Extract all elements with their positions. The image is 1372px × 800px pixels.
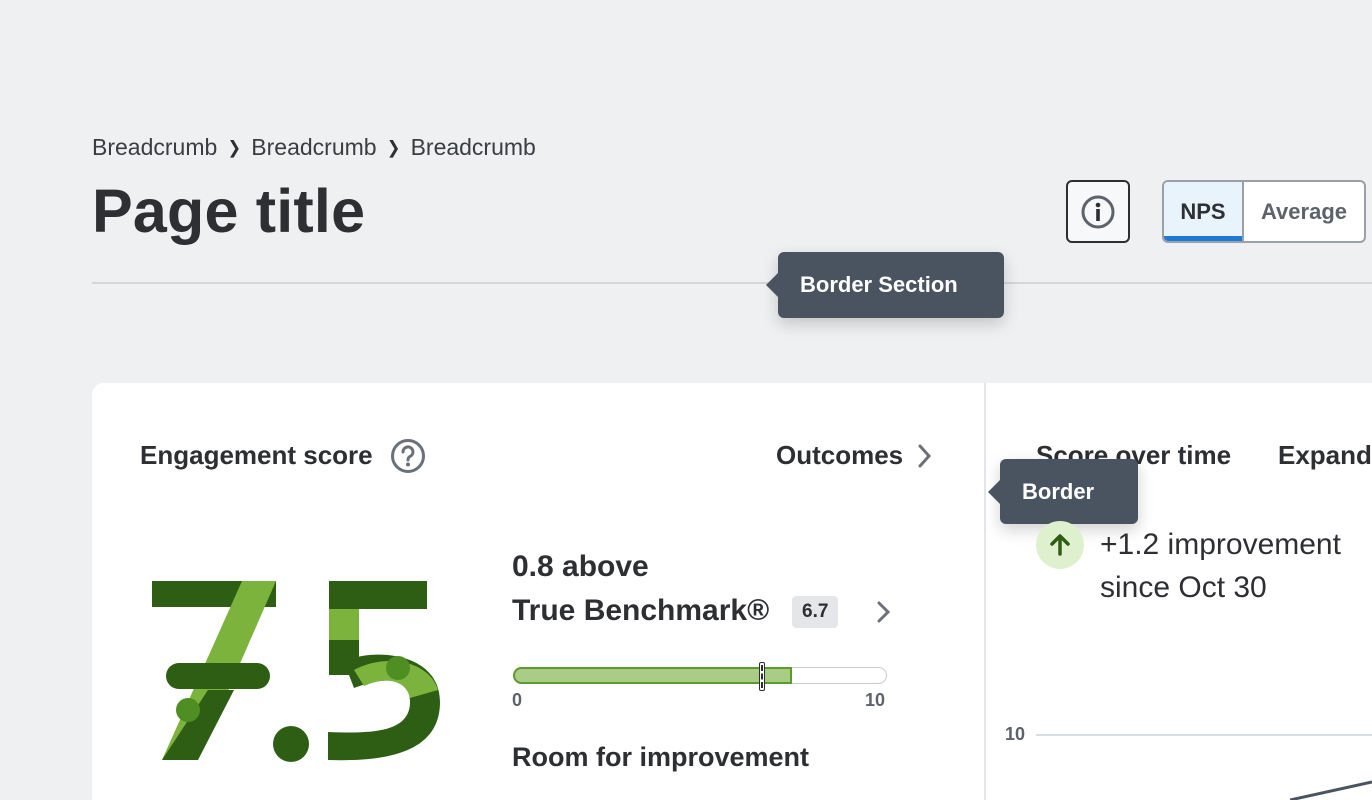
benchmark-delta: 0.8 above	[512, 550, 649, 583]
breadcrumb-item-2[interactable]: Breadcrumb	[251, 134, 376, 161]
info-icon	[1081, 195, 1115, 228]
toggle-average[interactable]: Average	[1244, 182, 1364, 241]
room-for-improvement-label: Room for improvement	[512, 742, 810, 772]
tooltip-border: Border	[988, 459, 1138, 524]
score-bar	[512, 662, 887, 691]
chevron-right-icon[interactable]	[872, 598, 896, 626]
score-bar-max: 10	[865, 690, 886, 710]
info-button[interactable]	[1066, 180, 1130, 243]
tooltip-border-section: Border Section	[766, 252, 1004, 318]
breadcrumb-item-3[interactable]: Breadcrumb	[411, 134, 536, 161]
chevron-right-icon: ❯	[386, 138, 401, 158]
y-axis-gridline	[1036, 734, 1372, 736]
section-divider	[92, 282, 1372, 284]
score-type-toggle: NPS Average	[1162, 180, 1366, 243]
arrow-up-icon	[1050, 534, 1070, 556]
outcomes-link[interactable]: Outcomes	[776, 440, 933, 471]
y-axis-tick-10: 10	[1005, 724, 1026, 744]
question-icon[interactable]	[390, 438, 426, 474]
improvement-since-text: since Oct 30	[1100, 571, 1267, 604]
expand-button[interactable]: Expand	[1278, 440, 1372, 471]
trend-up-indicator	[1036, 521, 1084, 569]
chevron-right-icon: ❯	[227, 138, 241, 158]
outcomes-label: Outcomes	[776, 440, 904, 470]
benchmark-badge: 6.7	[792, 596, 839, 628]
engagement-score-graphic	[152, 581, 440, 762]
breadcrumb-item-1[interactable]: Breadcrumb	[92, 134, 217, 161]
score-bar-fill	[512, 666, 792, 684]
toggle-nps[interactable]: NPS	[1164, 182, 1244, 241]
benchmark-name: True Benchmark®	[512, 594, 770, 627]
chevron-right-icon	[918, 444, 932, 467]
card-divider	[984, 383, 986, 800]
benchmark-marker	[759, 662, 766, 691]
score-trend-line	[1290, 780, 1372, 800]
engagement-score-label: Engagement score	[140, 440, 373, 470]
score-bar-min: 0	[512, 690, 523, 710]
breadcrumb: Breadcrumb ❯ Breadcrumb ❯ Breadcrumb	[92, 134, 536, 161]
page-title: Page title	[92, 177, 366, 245]
improvement-text: +1.2 improvement	[1100, 528, 1341, 561]
